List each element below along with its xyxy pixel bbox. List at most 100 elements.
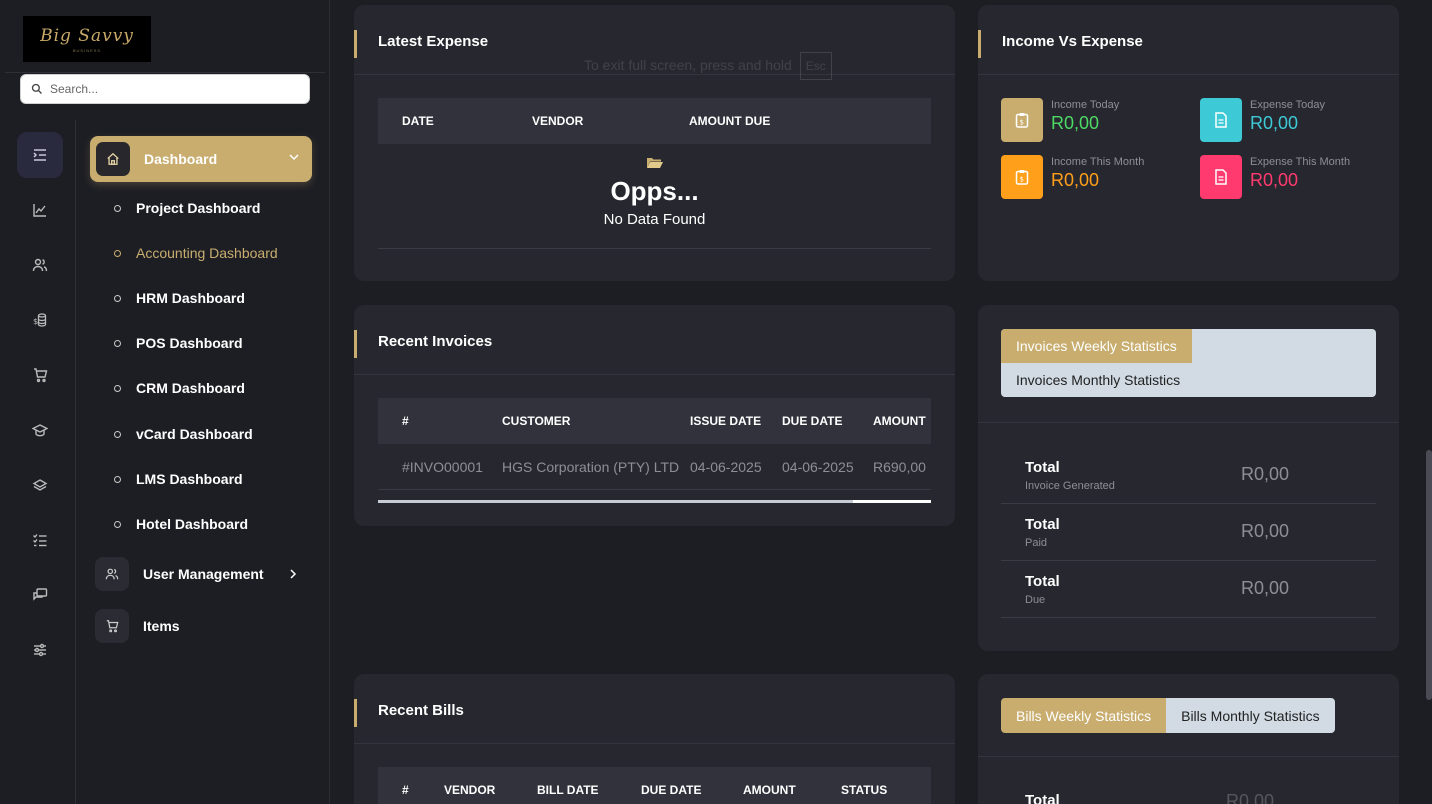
invoice-id-link[interactable]: #INVO00001 — [402, 459, 483, 475]
column-header[interactable]: DATE — [402, 114, 434, 128]
table-header: # VENDOR BILL DATE DUE DATE AMOUNT STATU… — [378, 767, 931, 804]
tab-bills-monthly[interactable]: Bills Monthly Statistics — [1166, 698, 1335, 733]
card-title: Latest Expense — [378, 33, 489, 50]
table-row[interactable]: #INVO00001 HGS Corporation (PTY) LTD 04-… — [378, 444, 931, 490]
accent-bar — [354, 330, 357, 358]
rail-tasks[interactable] — [17, 517, 63, 563]
empty-text: No Data Found — [603, 211, 706, 228]
rail-pos[interactable] — [17, 352, 63, 398]
svg-text:$: $ — [1020, 176, 1024, 184]
logo-subtitle: BUSINESS — [72, 47, 102, 53]
subitem-label: CRM Dashboard — [136, 380, 245, 396]
sidebar-item-items[interactable]: Items — [95, 609, 180, 643]
column-header[interactable]: AMOUNT — [873, 414, 926, 428]
money-stack-icon: $ — [33, 313, 47, 327]
total-sublabel: Due — [1025, 594, 1046, 606]
rail-finance[interactable]: $ — [17, 297, 63, 343]
rail-chat[interactable] — [17, 572, 63, 618]
svg-text:$: $ — [33, 317, 38, 326]
subitem-label: Accounting Dashboard — [136, 245, 278, 261]
sidebar-item-label: User Management — [143, 566, 264, 582]
stat-value: R0,00 — [1051, 170, 1100, 190]
column-header[interactable]: STATUS — [841, 783, 887, 797]
total-amount: R0,00 — [1241, 578, 1290, 598]
svg-text:$: $ — [1020, 119, 1024, 127]
logo-script: Big Savvy — [40, 25, 134, 46]
rail-dashboard[interactable] — [17, 187, 63, 233]
sidebar-item-dashboard[interactable]: Dashboard — [90, 136, 312, 182]
sidebar-subitem-lms-dashboard[interactable]: LMS Dashboard — [114, 469, 243, 489]
document-icon — [1200, 98, 1242, 142]
rail-lms[interactable] — [17, 407, 63, 453]
column-header[interactable]: VENDOR — [444, 783, 495, 797]
column-header[interactable]: CUSTOMER — [502, 414, 570, 428]
total-label: Total — [1025, 516, 1060, 533]
menu-indent-icon — [33, 149, 46, 161]
brand-logo[interactable]: Big Savvy BUSINESS — [23, 16, 151, 62]
sidebar-subitem-crm-dashboard[interactable]: CRM Dashboard — [114, 378, 245, 398]
tab-invoices-weekly[interactable]: Invoices Weekly Statistics — [1001, 329, 1192, 363]
tab-invoices-monthly[interactable]: Invoices Monthly Statistics — [1001, 363, 1376, 397]
card-header: Recent Bills — [354, 674, 955, 744]
bullet-icon — [114, 475, 121, 483]
bullet-icon — [114, 294, 121, 302]
cart-icon-box — [95, 609, 129, 643]
tab-bills-weekly[interactable]: Bills Weekly Statistics — [1001, 698, 1167, 733]
stat-label: Expense This Month — [1250, 156, 1351, 168]
search-box[interactable] — [20, 74, 310, 104]
column-header[interactable]: ISSUE DATE — [690, 414, 761, 428]
sidebar-subitem-hotel-dashboard[interactable]: Hotel Dashboard — [114, 514, 248, 534]
search-input[interactable] — [50, 82, 290, 96]
recent-bills-card: Recent Bills # VENDOR BILL DATE DUE DATE… — [354, 674, 955, 804]
total-amount: R0,00 — [1241, 521, 1290, 541]
chevron-down-icon — [289, 154, 299, 161]
sidebar-subitem-hrm-dashboard[interactable]: HRM Dashboard — [114, 288, 245, 308]
users-icon-box — [95, 557, 129, 591]
sidebar-item-label: Items — [143, 618, 180, 634]
sidebar-subitem-project-dashboard[interactable]: Project Dashboard — [114, 198, 260, 218]
rail-menu-toggle[interactable] — [17, 132, 63, 178]
total-invoice-generated: Total Invoice Generated R0,00 — [1001, 447, 1376, 504]
sidebar-item-label: Dashboard — [144, 151, 218, 167]
total-sublabel: Invoice Generated — [1025, 480, 1115, 492]
rail-settings[interactable] — [17, 627, 63, 673]
page-scrollbar[interactable] — [1426, 450, 1432, 700]
income-vs-expense-card: Income Vs Expense $ Income Today R0,00 E… — [978, 5, 1399, 281]
subitem-label: LMS Dashboard — [136, 471, 243, 487]
card-title: Recent Invoices — [378, 333, 493, 350]
total-amount: R0,00 — [1226, 791, 1275, 804]
recent-invoices-card: Recent Invoices # CUSTOMER ISSUE DATE DU… — [354, 305, 955, 526]
subitem-label: vCard Dashboard — [136, 426, 253, 442]
sidebar-item-user-management[interactable]: User Management — [95, 557, 297, 591]
bullet-icon — [114, 339, 121, 347]
column-header[interactable]: AMOUNT DUE — [689, 114, 770, 128]
sidebar-subitem-vcard-dashboard[interactable]: vCard Dashboard — [114, 424, 253, 444]
column-header[interactable]: BILL DATE — [537, 783, 599, 797]
bullet-icon — [114, 430, 121, 438]
bill-statistics-card: Total R0,00 — [978, 674, 1399, 804]
invoice-customer: HGS Corporation (PTY) LTD — [502, 458, 680, 475]
fullscreen-hint-key: Esc — [799, 52, 832, 80]
column-header[interactable]: # — [402, 414, 409, 428]
chevron-right-icon — [290, 569, 297, 579]
column-header[interactable]: VENDOR — [532, 114, 583, 128]
column-header[interactable]: # — [402, 783, 409, 797]
column-header[interactable]: DUE DATE — [641, 783, 701, 797]
column-header[interactable]: DUE DATE — [782, 414, 842, 428]
card-title: Income Vs Expense — [1002, 33, 1143, 50]
home-icon-box — [96, 142, 130, 176]
total-label: Total — [1025, 459, 1060, 476]
checklist-icon — [33, 534, 47, 547]
table-header: DATE VENDOR AMOUNT DUE — [378, 98, 931, 144]
sidebar-subitem-accounting-dashboard[interactable]: Accounting Dashboard — [114, 243, 278, 263]
horizontal-scrollbar[interactable] — [378, 500, 931, 503]
folder-open-icon — [378, 156, 931, 174]
rail-users[interactable] — [17, 242, 63, 288]
users-icon — [32, 258, 48, 272]
column-header[interactable]: AMOUNT — [743, 783, 796, 797]
rail-layers[interactable] — [17, 462, 63, 508]
sidebar-subitem-pos-dashboard[interactable]: POS Dashboard — [114, 333, 243, 353]
scrollbar-thumb[interactable] — [378, 500, 853, 503]
stat-label: Income Today — [1051, 99, 1120, 111]
invoice-issue-date: 04-06-2025 — [690, 458, 762, 475]
